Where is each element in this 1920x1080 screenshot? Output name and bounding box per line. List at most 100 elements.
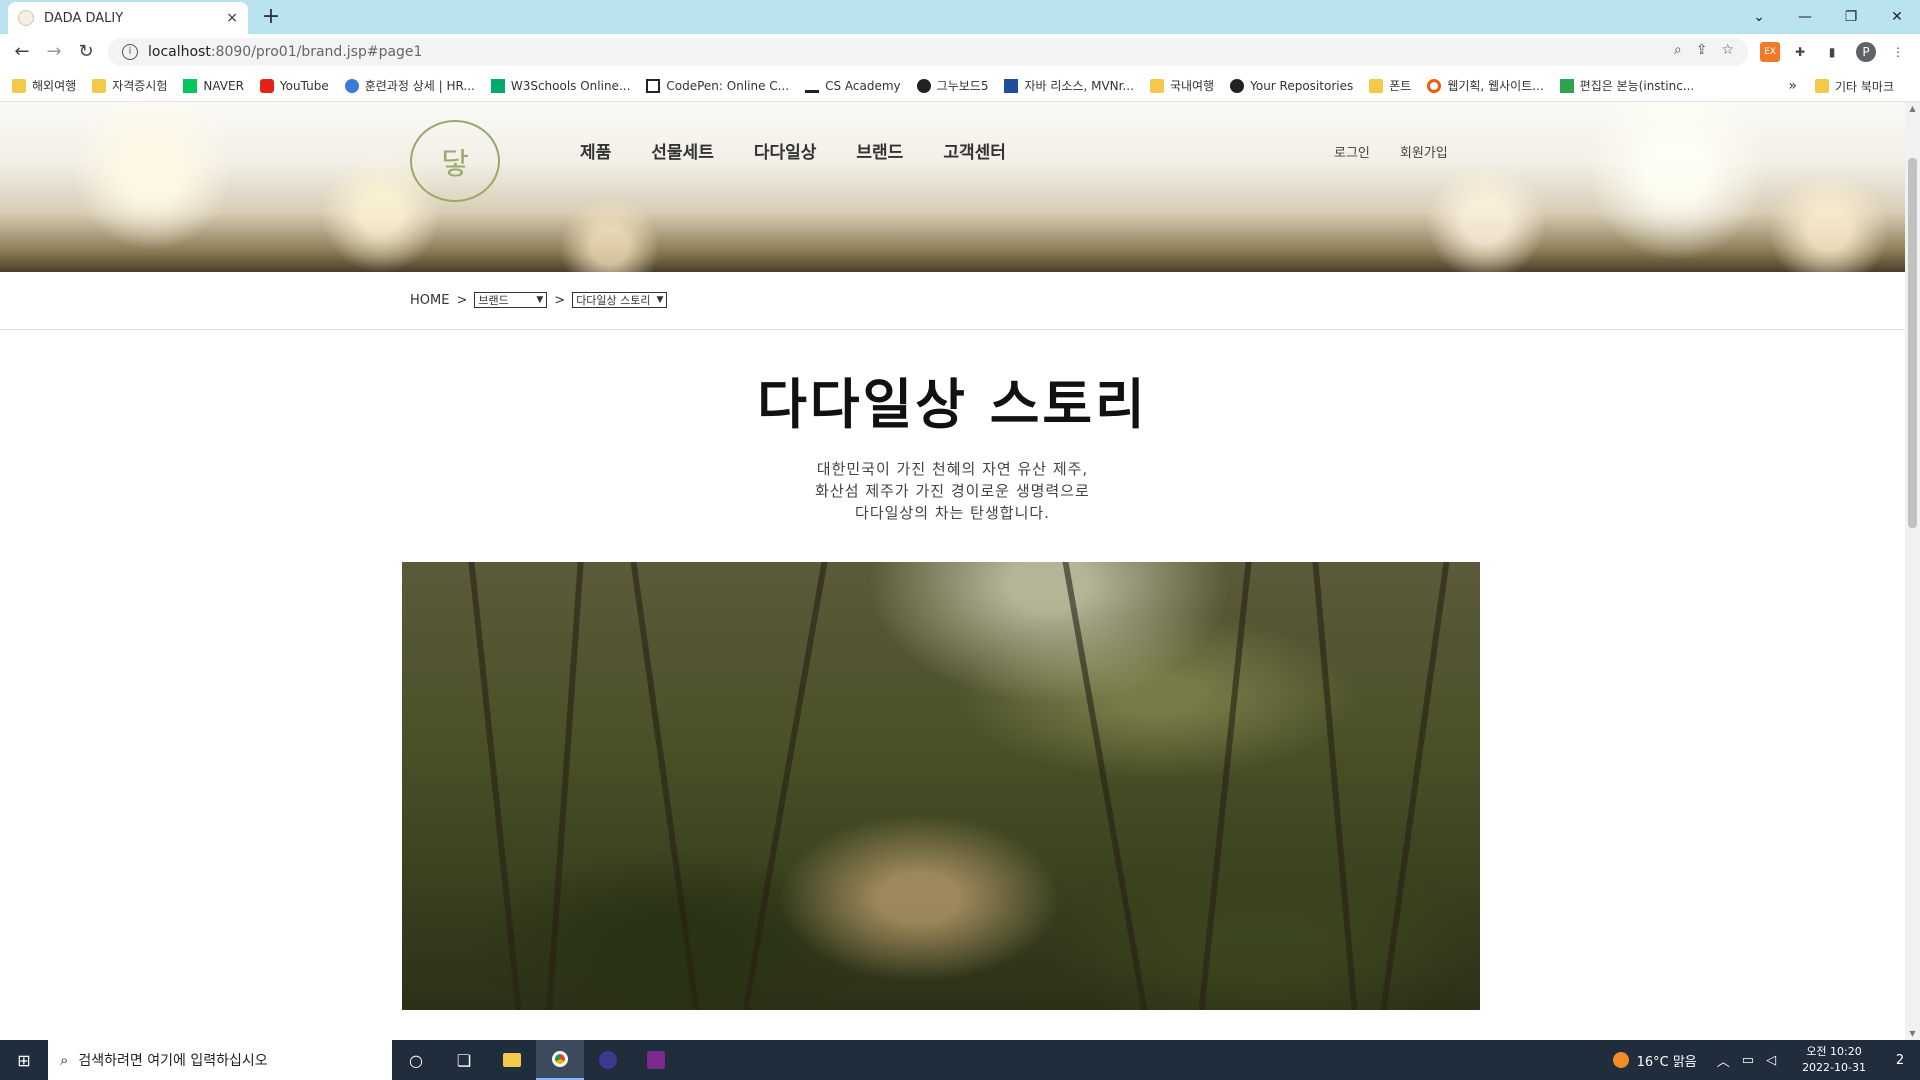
breadcrumb-bar: HOME > 브랜드 ▼ > 다다일상 스토리 ▼ [0, 272, 1905, 330]
bookmark-label: 국내여행 [1169, 79, 1215, 93]
breadcrumb-select-brand[interactable]: 브랜드 ▼ [474, 292, 548, 308]
extension-icon[interactable]: EX [1760, 42, 1780, 62]
windows-taskbar: ⊞ ⌕ 검색하려면 여기에 입력하십시오 ○ ❏ 16°C 맑음 ︿ ▭ ◁ 오… [0, 1040, 1920, 1080]
bookmark-label: 편집은 본능(instinc... [1579, 79, 1695, 93]
intro-line: 다다일상의 차는 탄생합니다. [855, 504, 1050, 522]
bookmark-item[interactable]: NAVER [183, 78, 244, 93]
bookmark-label: W3Schools Online... [510, 78, 631, 93]
windows-start-icon[interactable]: ⊞ [0, 1040, 48, 1080]
nav-item-gift-sets[interactable]: 선물세트 [651, 138, 714, 163]
site-info-icon[interactable]: i [122, 44, 138, 60]
cortana-icon[interactable]: ○ [392, 1040, 440, 1080]
tree-trunk [546, 562, 584, 1010]
chrome-icon[interactable] [536, 1040, 584, 1080]
folder-icon [12, 78, 26, 93]
notification-icon[interactable]: 2 [1880, 1053, 1920, 1068]
bookmark-item[interactable]: Your Repositories [1230, 78, 1353, 93]
zoom-icon[interactable]: ⌕ [1674, 42, 1682, 58]
signup-link[interactable]: 회원가입 [1400, 142, 1448, 161]
volume-icon[interactable]: ◁ [1766, 1053, 1776, 1068]
forest-path-image [402, 562, 1480, 1010]
site-logo[interactable]: 닿 [410, 120, 500, 202]
taskbar-search-placeholder: 검색하려면 여기에 입력하십시오 [78, 1053, 268, 1069]
taskbar-clock[interactable]: 오전 10:20 2022-10-31 [1802, 1044, 1866, 1076]
puzzle-extensions-icon[interactable]: ✚ [1790, 42, 1810, 62]
bookmark-item[interactable]: CS Academy [805, 79, 901, 93]
bookmark-item[interactable]: 훈련과정 상세 | HR... [344, 77, 475, 94]
tree-trunk [1198, 562, 1252, 1010]
scroll-up-icon[interactable]: ▲ [1905, 104, 1920, 113]
breadcrumb-separator: > [554, 292, 566, 308]
profile-avatar[interactable]: P [1856, 42, 1876, 62]
bookmark-label: YouTube [279, 78, 329, 93]
bookmark-item[interactable]: 국내여행 [1149, 77, 1215, 94]
close-window-button[interactable]: ✕ [1874, 0, 1920, 34]
naver-icon [183, 78, 198, 93]
forward-arrow-icon[interactable]: → [42, 40, 66, 64]
tab-search-icon[interactable]: ⌄ [1736, 0, 1782, 34]
nav-item-brand[interactable]: 브랜드 [856, 138, 903, 163]
eclipse-icon[interactable] [584, 1040, 632, 1080]
nav-item-dada-daily[interactable]: 다다일상 [754, 138, 817, 163]
file-explorer-icon[interactable] [488, 1040, 536, 1080]
w3schools-icon [490, 78, 505, 93]
address-bar[interactable]: i localhost:8090/pro01/brand.jsp#page1 ⌕… [108, 38, 1748, 66]
weather-widget[interactable]: 16°C 맑음 [1612, 1051, 1697, 1070]
side-panel-icon[interactable]: ▮ [1822, 42, 1842, 62]
back-arrow-icon[interactable]: ← [10, 40, 34, 64]
tree-trunk [1062, 562, 1148, 1010]
page-scrollbar[interactable]: ▲ ▼ [1905, 102, 1920, 1040]
new-tab-button[interactable]: + [258, 4, 284, 29]
login-link[interactable]: 로그인 [1334, 142, 1370, 161]
bookmark-item[interactable]: 자격증시험 [92, 77, 167, 94]
sun-icon [1612, 1052, 1629, 1068]
restore-button[interactable]: ❐ [1828, 0, 1874, 34]
network-icon[interactable]: ▭ [1742, 1053, 1754, 1068]
share-icon[interactable]: ⇪ [1696, 42, 1708, 58]
bookmark-item[interactable]: 웹기획, 웹사이트... [1427, 77, 1544, 94]
app-icon[interactable] [632, 1040, 680, 1080]
bookmark-item[interactable]: 그누보드5 [916, 77, 988, 94]
browser-toolbar: ← → ↻ i localhost:8090/pro01/brand.jsp#p… [0, 34, 1920, 70]
clock-date: 2022-10-31 [1802, 1061, 1866, 1074]
bookmark-star-icon[interactable]: ☆ [1721, 42, 1734, 58]
header-hero: 닿 제품 선물세트 다다일상 브랜드 고객센터 로그인 회원가입 [0, 102, 1905, 272]
nav-item-customer-center[interactable]: 고객센터 [943, 138, 1006, 163]
nav-item-products[interactable]: 제품 [580, 138, 611, 163]
tab-title: DADA DALIY [44, 10, 124, 26]
bookmark-item[interactable]: 폰트 [1369, 77, 1411, 94]
more-bookmarks-chevron-icon[interactable]: » [1788, 78, 1797, 94]
bookmark-item[interactable]: W3Schools Online... [490, 78, 631, 93]
task-view-icon[interactable]: ❏ [440, 1040, 488, 1080]
bookmark-item[interactable]: 편집은 본능(instinc... [1559, 77, 1695, 94]
intro-text: 대한민국이 가진 천혜의 자연 유산 제주, 화산섬 제주가 가진 경이로운 생… [0, 458, 1905, 524]
menu-kebab-icon[interactable]: ⋮ [1888, 42, 1908, 62]
taskbar-search[interactable]: ⌕ 검색하려면 여기에 입력하십시오 [48, 1040, 392, 1080]
site-favicon-icon [18, 10, 34, 26]
weather-text: 16°C 맑음 [1636, 1054, 1697, 1070]
gnuboard-icon [916, 78, 931, 93]
intro-line: 화산섬 제주가 가진 경이로운 생명력으로 [815, 482, 1090, 500]
chevron-down-icon: ▼ [656, 295, 664, 305]
other-bookmarks[interactable]: 기타 북마크 [1814, 78, 1894, 95]
chevron-up-icon[interactable]: ︿ [1717, 1051, 1730, 1070]
bookmark-label: 자바 리소스, MVNr... [1024, 79, 1134, 93]
browser-tab[interactable]: DADA DALIY × [8, 2, 248, 34]
tab-close-icon[interactable]: × [226, 10, 238, 26]
minimize-button[interactable]: — [1782, 0, 1828, 34]
breadcrumb-select-story[interactable]: 다다일상 스토리 ▼ [572, 292, 668, 308]
reload-icon[interactable]: ↻ [74, 40, 98, 64]
bookmark-item[interactable]: 자바 리소스, MVNr... [1004, 77, 1134, 94]
folder-icon [1149, 78, 1164, 93]
bookmark-item[interactable]: 해외여행 [12, 77, 76, 94]
scroll-down-icon[interactable]: ▼ [1905, 1029, 1920, 1038]
hrd-icon [344, 78, 359, 93]
tree-trunk [742, 562, 828, 1010]
user-nav: 로그인 회원가입 [1334, 142, 1448, 161]
bookmark-item[interactable]: YouTube [259, 78, 329, 93]
breadcrumb-home[interactable]: HOME [410, 293, 449, 308]
tab-strip: DADA DALIY × + ⌄ — ❐ ✕ [0, 0, 1920, 34]
bookmark-item[interactable]: CodePen: Online C... [646, 78, 789, 93]
breadcrumb: HOME > 브랜드 ▼ > 다다일상 스토리 ▼ [410, 292, 668, 308]
scrollbar-thumb[interactable] [1908, 158, 1917, 528]
